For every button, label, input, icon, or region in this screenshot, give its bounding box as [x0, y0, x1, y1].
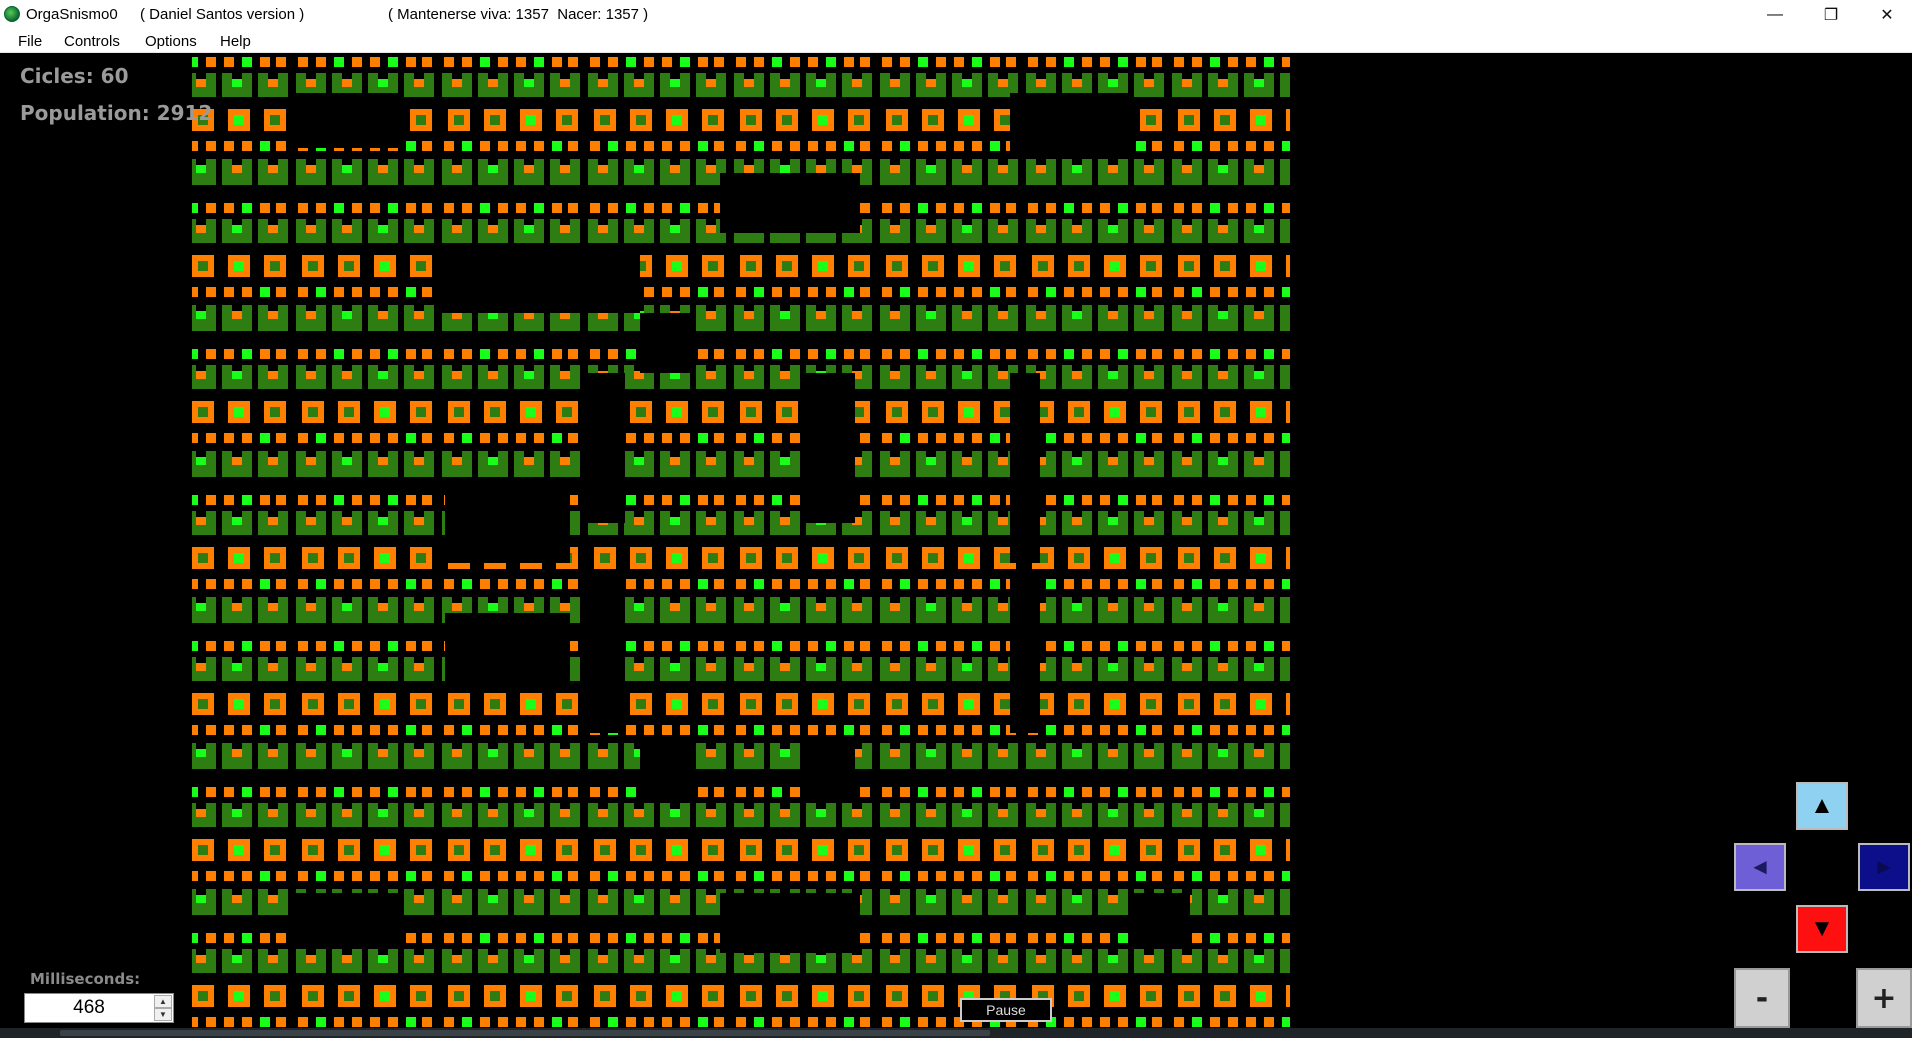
arrow-left-icon: ◄ — [1749, 854, 1771, 879]
milliseconds-spinner: ▲ ▼ — [24, 993, 174, 1023]
close-button[interactable]: ✕ — [1859, 0, 1912, 29]
version-label: ( Daniel Santos version ) — [140, 6, 305, 23]
minimize-button[interactable]: — — [1747, 0, 1803, 29]
cell-grid — [192, 53, 1290, 1028]
rules-label: ( Mantenerse viva: 1357 Nacer: 1357 ) — [388, 6, 649, 23]
move-left-button[interactable]: ◄ — [1734, 843, 1786, 891]
zoom-in-button[interactable]: + — [1856, 968, 1912, 1028]
cycles-counter: Cicles: 60 — [20, 64, 129, 88]
menu-file[interactable]: File — [18, 33, 42, 50]
spin-down-icon[interactable]: ▼ — [154, 1008, 172, 1021]
move-up-button[interactable]: ▲ — [1796, 782, 1848, 830]
menu-bar: File Controls Options Help — [0, 29, 1912, 53]
pause-button[interactable]: Pause — [960, 998, 1052, 1022]
move-right-button[interactable]: ► — [1858, 843, 1910, 891]
scrollbar-thumb[interactable] — [60, 1030, 990, 1036]
menu-controls[interactable]: Controls — [64, 33, 120, 50]
spin-up-icon[interactable]: ▲ — [154, 995, 172, 1008]
arrow-down-icon: ▼ — [1810, 915, 1834, 942]
app-title: OrgaSnismo0 — [26, 6, 118, 23]
simulation-canvas[interactable]: Cicles: 60 Population: 2912 Milliseconds… — [0, 53, 1912, 1028]
title-bar: OrgaSnismo0 ( Daniel Santos version ) ( … — [0, 0, 1912, 29]
arrow-right-icon: ► — [1873, 854, 1895, 879]
arrow-up-icon: ▲ — [1810, 792, 1834, 819]
menu-help[interactable]: Help — [220, 33, 251, 50]
zoom-out-button[interactable]: - — [1734, 968, 1790, 1028]
milliseconds-label: Milliseconds: — [30, 970, 141, 988]
milliseconds-input[interactable] — [27, 996, 151, 1020]
app-icon — [4, 6, 20, 22]
menu-options[interactable]: Options — [145, 33, 197, 50]
maximize-button[interactable]: ❐ — [1803, 0, 1859, 29]
population-counter: Population: 2912 — [20, 101, 213, 125]
move-down-button[interactable]: ▼ — [1796, 905, 1848, 953]
